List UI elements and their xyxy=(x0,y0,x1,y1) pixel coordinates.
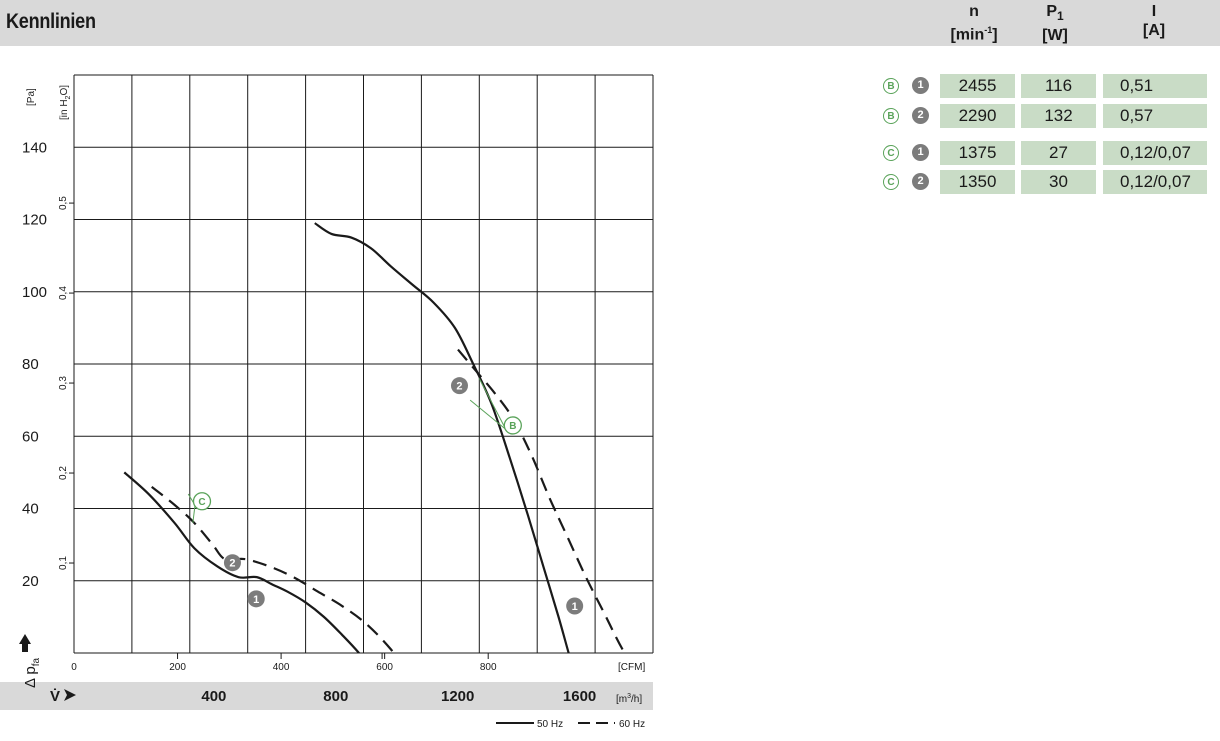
x-tick-cfm: 0 xyxy=(71,662,77,673)
legend-dashed-label: 60 Hz xyxy=(619,719,645,730)
legend-solid-label: 50 Hz xyxy=(537,719,563,730)
callout-leader xyxy=(469,399,507,430)
point-marker-label: 2 xyxy=(456,381,462,393)
y-tick-pa: 60 xyxy=(22,428,39,445)
y-tick-pa: 20 xyxy=(22,573,39,590)
x-tick-m3h: 1200 xyxy=(441,688,474,705)
y-arrow-icon xyxy=(19,634,31,652)
y-tick-pa: 100 xyxy=(22,284,47,301)
x-tick-m3h: 800 xyxy=(323,688,348,705)
y-tick-pa: 120 xyxy=(22,212,47,229)
callout-leader xyxy=(192,505,196,524)
y-unit-inh2o: [in H2O] xyxy=(59,85,72,120)
x-unit-cfm: [CFM] xyxy=(618,662,645,673)
x-tick-cfm: 200 xyxy=(169,662,186,673)
y-tick-pa: 140 xyxy=(22,139,47,156)
x-tick-cfm: 600 xyxy=(376,662,393,673)
y-tick-inh2o: 0,3 xyxy=(58,376,69,390)
y-tick-pa: 40 xyxy=(22,501,39,518)
point-marker-label: 2 xyxy=(229,558,235,570)
x-tick-m3h: 400 xyxy=(201,688,226,705)
curve-label: C xyxy=(198,497,205,508)
x-tick-cfm: 400 xyxy=(273,662,290,673)
y-tick-inh2o: 0,5 xyxy=(58,196,69,210)
series-line-B-dashed xyxy=(457,348,626,653)
curve-label: B xyxy=(509,421,516,432)
y-tick-inh2o: 0,1 xyxy=(58,556,69,570)
x-tick-m3h: 1600 xyxy=(563,688,596,705)
series-line-B-solid xyxy=(314,222,570,653)
x-tick-cfm: 800 xyxy=(480,662,497,673)
y-tick-inh2o: 0,2 xyxy=(58,466,69,480)
y-unit-pa: [Pa] xyxy=(26,88,37,106)
characteristic-chart: 20406080100120140[Pa][in H2O]0,10,20,30,… xyxy=(0,74,654,730)
point-marker-label: 1 xyxy=(572,601,578,613)
y-tick-inh2o: 0,4 xyxy=(58,286,69,300)
x-axis-label: V̇ xyxy=(50,688,60,705)
point-marker-label: 1 xyxy=(253,594,259,606)
y-tick-pa: 80 xyxy=(22,356,39,373)
